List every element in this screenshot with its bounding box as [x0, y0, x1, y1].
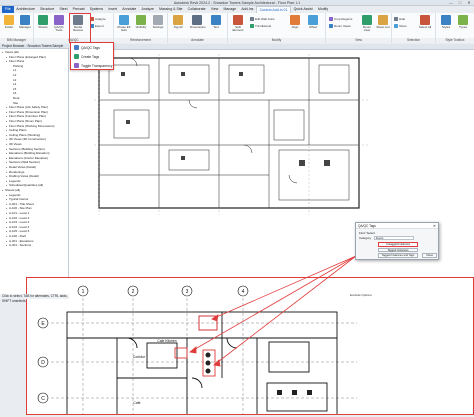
transparency-icon [74, 63, 79, 68]
tag-icon [74, 45, 79, 50]
create-tag-icon [74, 54, 79, 59]
qaqc-dropdown-menu: QA/QC Tags Create Tags Toggle Transparen… [70, 42, 114, 70]
untagged-instances-button[interactable]: Untagged Instances [378, 242, 418, 247]
close-dialog-button[interactable]: Close [422, 253, 437, 258]
dialog-close-icon[interactable]: ✕ [433, 223, 436, 229]
menu-item-qaqc-tags[interactable]: QA/QC Tags [71, 43, 113, 52]
find-row: Find: Select [359, 231, 375, 235]
dialog-title: QA/QC Tags [358, 224, 376, 228]
find-value[interactable]: Select [367, 231, 375, 235]
menu-item-create-tags[interactable]: Create Tags [71, 52, 113, 61]
menu-item-toggle-transparency[interactable]: Toggle Transparency [71, 61, 113, 70]
status-options[interactable]: Exclude Options [330, 293, 474, 298]
revit-window: Autodesk Revit 2024.2 - Snowdon Towers S… [0, 0, 474, 417]
tagged-instances-button[interactable]: Tagged Instances [378, 247, 418, 252]
dialog-title-bar: QA/QC Tags ✕ [356, 223, 438, 229]
category-label: Category [359, 236, 372, 240]
category-select[interactable]: Doors [374, 236, 414, 240]
tagged-instances-and-tags-button[interactable]: Tagged Instances and Tags [378, 253, 418, 258]
qaqc-tags-dialog: QA/QC Tags ✕ Find: Select Category Doors… [355, 222, 439, 260]
find-label: Find [359, 231, 365, 235]
status-bar: Click to select, TAB for alternates, CTR… [0, 294, 69, 303]
